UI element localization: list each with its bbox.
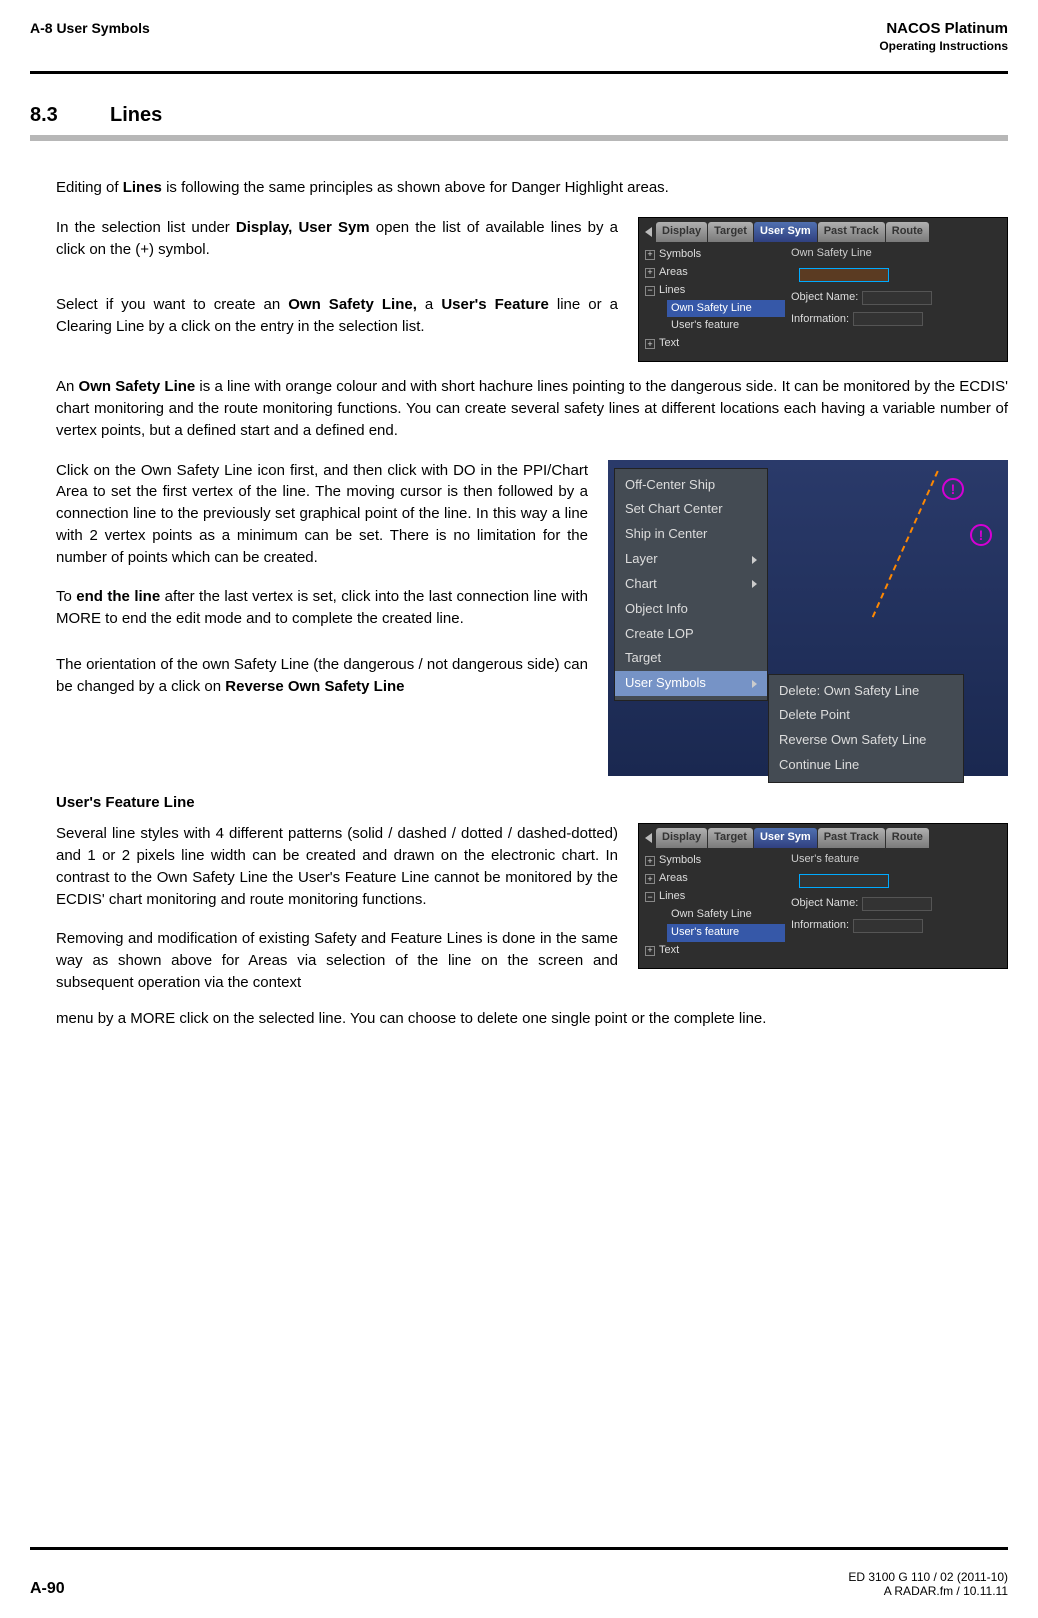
header-right: NACOS Platinum Operating Instructions — [879, 20, 1008, 53]
plus-icon[interactable]: + — [645, 856, 655, 866]
submenu-continue-line[interactable]: Continue Line — [769, 753, 963, 778]
tree-areas[interactable]: +Areas — [645, 264, 785, 282]
submenu-arrow-icon — [752, 580, 757, 588]
section-title: Lines — [110, 104, 162, 127]
menu-set-chart-center[interactable]: Set Chart Center — [615, 497, 767, 522]
tab-display[interactable]: Display — [656, 828, 707, 848]
page-number: A-90 — [30, 1580, 65, 1598]
object-name-label: Object Name: — [791, 290, 858, 306]
doc-id: ED 3100 G 110 / 02 (2011-10) — [848, 1570, 1008, 1584]
tree-text[interactable]: +Text — [645, 942, 785, 960]
tree-users-feature[interactable]: User's feature — [667, 317, 785, 335]
para-reverse: The orientation of the own Safety Line (… — [56, 654, 588, 698]
header-rule — [30, 71, 1008, 74]
information-label: Information: — [791, 312, 849, 328]
tree-lines[interactable]: −Lines — [645, 888, 785, 906]
tree-areas[interactable]: +Areas — [645, 870, 785, 888]
doc-type: Operating Instructions — [879, 39, 1008, 53]
exclamation-marker-icon: ! — [970, 524, 992, 546]
para-own-safety-def: An Own Safety Line is a line with orange… — [56, 376, 1008, 441]
information-label: Information: — [791, 918, 849, 934]
object-name-input[interactable] — [862, 291, 932, 305]
submenu-arrow-icon — [752, 556, 757, 564]
menu-user-symbols[interactable]: User Symbols — [615, 671, 767, 696]
para-remove-cont: menu by a MORE click on the selected lin… — [56, 1008, 1008, 1030]
para-select-line: Select if you want to create an Own Safe… — [56, 294, 618, 338]
tab-target[interactable]: Target — [708, 828, 753, 848]
tab-display[interactable]: Display — [656, 222, 707, 242]
context-submenu: Delete: Own Safety Line Delete Point Rev… — [768, 674, 964, 783]
para-display-list: In the selection list under Display, Use… — [56, 217, 618, 261]
tab-past-track[interactable]: Past Track — [818, 828, 885, 848]
object-name-label: Object Name: — [791, 896, 858, 912]
menu-object-info[interactable]: Object Info — [615, 597, 767, 622]
object-name-input[interactable] — [862, 897, 932, 911]
tree-users-feature[interactable]: User's feature — [667, 924, 785, 942]
para-feature-desc: Several line styles with 4 different pat… — [56, 823, 618, 910]
selected-type-label: Own Safety Line — [791, 246, 1001, 262]
section-rule — [30, 135, 1008, 141]
selected-type-label: User's feature — [791, 852, 1001, 868]
tab-past-track[interactable]: Past Track — [818, 222, 885, 242]
menu-create-lop[interactable]: Create LOP — [615, 622, 767, 647]
plus-icon[interactable]: + — [645, 268, 655, 278]
section-heading: 8.3 Lines — [30, 104, 1008, 127]
line-preview-icon[interactable] — [799, 268, 889, 282]
exclamation-marker-icon: ! — [942, 478, 964, 500]
para-end-line: To end the line after the last vertex is… — [56, 586, 588, 630]
footer-rule — [30, 1547, 1008, 1550]
plus-icon[interactable]: + — [645, 874, 655, 884]
menu-chart[interactable]: Chart — [615, 572, 767, 597]
menu-target[interactable]: Target — [615, 646, 767, 671]
submenu-arrow-icon — [752, 680, 757, 688]
submenu-delete-point[interactable]: Delete Point — [769, 703, 963, 728]
tab-target[interactable]: Target — [708, 222, 753, 242]
plus-icon[interactable]: + — [645, 250, 655, 260]
footer-right: ED 3100 G 110 / 02 (2011-10) A RADAR.fm … — [848, 1570, 1008, 1598]
section-number: 8.3 — [30, 104, 110, 127]
information-input[interactable] — [853, 312, 923, 326]
para-remove-start: Removing and modification of existing Sa… — [56, 928, 618, 993]
menu-layer[interactable]: Layer — [615, 547, 767, 572]
product-title: NACOS Platinum — [879, 20, 1008, 37]
minus-icon[interactable]: − — [645, 286, 655, 296]
tree-own-safety-line[interactable]: Own Safety Line — [667, 906, 785, 924]
subheading-user-feature: User's Feature Line — [56, 792, 1008, 814]
tree-text[interactable]: +Text — [645, 335, 785, 353]
submenu-reverse-own-safety[interactable]: Reverse Own Safety Line — [769, 728, 963, 753]
minus-icon[interactable]: − — [645, 892, 655, 902]
submenu-delete-own-safety[interactable]: Delete: Own Safety Line — [769, 679, 963, 704]
tab-route[interactable]: Route — [886, 222, 929, 242]
context-menu: Off-Center Ship Set Chart Center Ship in… — [614, 468, 768, 702]
file-id: A RADAR.fm / 10.11.11 — [848, 1584, 1008, 1598]
tree-own-safety-line[interactable]: Own Safety Line — [667, 300, 785, 318]
tab-route[interactable]: Route — [886, 828, 929, 848]
tree-lines[interactable]: −Lines — [645, 282, 785, 300]
tree-symbols[interactable]: +Symbols — [645, 852, 785, 870]
plus-icon[interactable]: + — [645, 946, 655, 956]
context-menu-figure: ! ! Off-Center Ship Set Chart Center Shi… — [608, 460, 1008, 776]
ui-panel-lines-own: Display Target User Sym Past Track Route… — [638, 217, 1008, 363]
information-input[interactable] — [853, 919, 923, 933]
tab-user-sym[interactable]: User Sym — [754, 828, 817, 848]
tree-symbols[interactable]: +Symbols — [645, 246, 785, 264]
collapse-arrow-icon[interactable] — [645, 833, 652, 843]
line-preview-icon[interactable] — [799, 874, 889, 888]
para-click-vertex: Click on the Own Safety Line icon first,… — [56, 460, 588, 569]
ui-panel-lines-feature: Display Target User Sym Past Track Route… — [638, 823, 1008, 969]
menu-off-center-ship[interactable]: Off-Center Ship — [615, 473, 767, 498]
header-left: A-8 User Symbols — [30, 20, 150, 36]
intro-para: Editing of Lines is following the same p… — [56, 177, 1008, 199]
tab-user-sym[interactable]: User Sym — [754, 222, 817, 242]
plus-icon[interactable]: + — [645, 339, 655, 349]
menu-ship-in-center[interactable]: Ship in Center — [615, 522, 767, 547]
collapse-arrow-icon[interactable] — [645, 227, 652, 237]
